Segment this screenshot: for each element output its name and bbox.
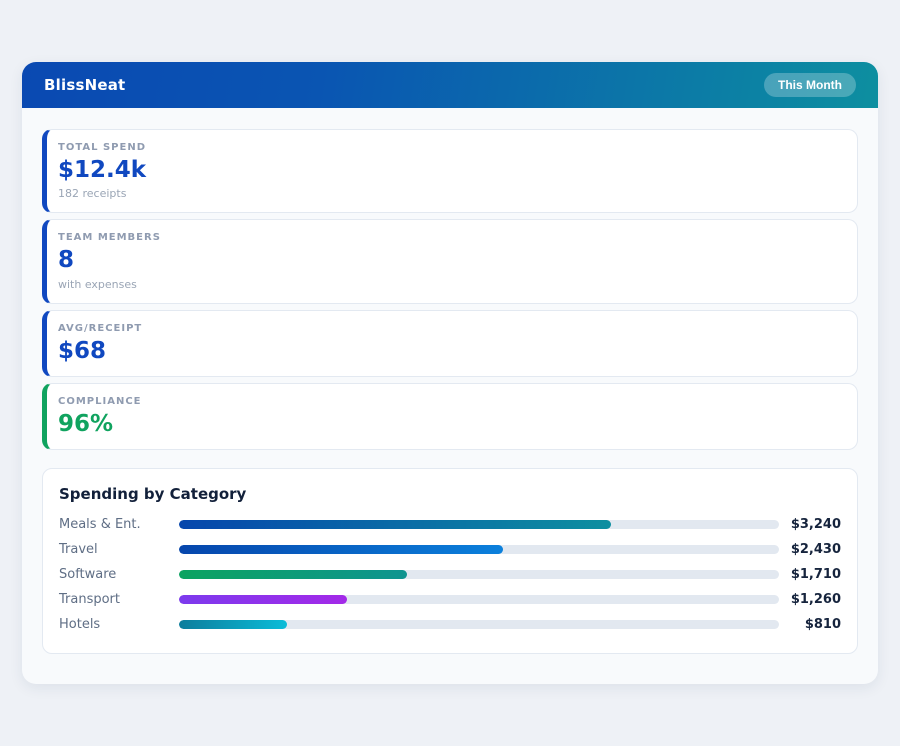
stat-subtext: 182 receipts	[58, 187, 843, 200]
category-label: Travel	[59, 542, 179, 557]
bar-track	[179, 520, 779, 529]
stat-card-compliance: COMPLIANCE 96%	[42, 383, 858, 450]
chart-row-travel: Travel $2,430	[59, 537, 841, 562]
stat-value: 8	[58, 248, 843, 273]
category-label: Software	[59, 567, 179, 582]
bar-track	[179, 620, 779, 629]
bar-track	[179, 595, 779, 604]
category-value: $1,260	[779, 592, 841, 607]
category-value: $1,710	[779, 567, 841, 582]
stat-value: 96%	[58, 412, 843, 437]
app-title: BlissNeat	[44, 76, 125, 94]
stat-card-total-spend: TOTAL SPEND $12.4k 182 receipts	[42, 129, 858, 213]
bar-track	[179, 570, 779, 579]
stat-label: COMPLIANCE	[58, 396, 843, 407]
dashboard-body: TOTAL SPEND $12.4k 182 receipts TEAM MEMBER…	[22, 108, 878, 674]
chart-row-meals-ent-: Meals & Ent. $3,240	[59, 512, 841, 537]
bar-fill	[179, 595, 347, 604]
chart-row-transport: Transport $1,260	[59, 587, 841, 612]
chart-row-list: Meals & Ent. $3,240 Travel $2,430 Software $1…	[59, 512, 841, 637]
stat-card-list: TOTAL SPEND $12.4k 182 receipts TEAM MEMBER…	[42, 129, 858, 450]
stat-value: $12.4k	[58, 158, 843, 183]
stat-label: TEAM MEMBERS	[58, 232, 843, 243]
category-value: $810	[779, 617, 841, 632]
category-label: Meals & Ent.	[59, 517, 179, 532]
category-label: Hotels	[59, 617, 179, 632]
dashboard-card: BlissNeat This Month TOTAL SPEND $12.4k 18…	[22, 62, 878, 684]
stat-card-avg-receipt: AVG/RECEIPT $68	[42, 310, 858, 377]
category-value: $2,430	[779, 542, 841, 557]
category-value: $3,240	[779, 517, 841, 532]
spending-by-category-card: Spending by Category Meals & Ent. $3,240 T…	[42, 468, 858, 654]
bar-fill	[179, 620, 287, 629]
chart-row-software: Software $1,710	[59, 562, 841, 587]
stat-value: $68	[58, 339, 843, 364]
bar-track	[179, 545, 779, 554]
period-badge[interactable]: This Month	[764, 73, 856, 97]
chart-title: Spending by Category	[59, 485, 841, 503]
bar-fill	[179, 545, 503, 554]
stat-card-team-members: TEAM MEMBERS 8 with expenses	[42, 219, 858, 303]
stat-label: AVG/RECEIPT	[58, 323, 843, 334]
category-label: Transport	[59, 592, 179, 607]
stat-label: TOTAL SPEND	[58, 142, 843, 153]
chart-row-hotels: Hotels $810	[59, 612, 841, 637]
stat-subtext: with expenses	[58, 278, 843, 291]
app-header: BlissNeat This Month	[22, 62, 878, 108]
bar-fill	[179, 520, 611, 529]
bar-fill	[179, 570, 407, 579]
